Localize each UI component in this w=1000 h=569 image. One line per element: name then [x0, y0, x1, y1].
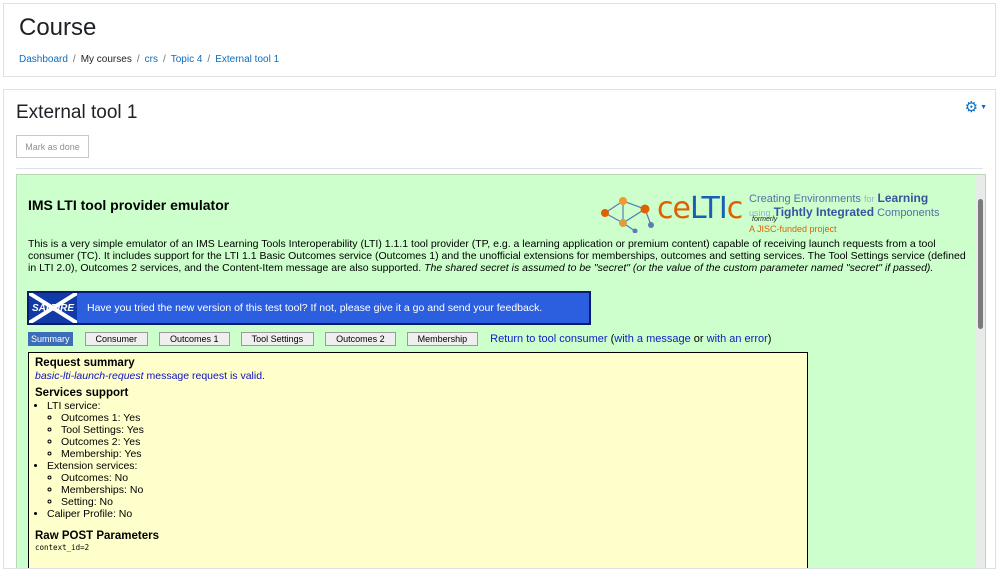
- tool-tabs: Summary Consumer Outcomes 1 Tool Setting…: [28, 332, 771, 346]
- celtic-wordmark: ceLTIc: [657, 191, 743, 226]
- tagline-text: Learning: [877, 191, 929, 205]
- page-title: Course: [19, 14, 97, 41]
- return-links: Return to tool consumer (with a message …: [490, 333, 771, 345]
- network-logo-icon: [601, 197, 654, 233]
- message-type: basic-lti-launch-request: [35, 370, 144, 382]
- breadcrumb: Dashboard / My courses / crs / Topic 4 /…: [19, 54, 279, 65]
- tab-membership[interactable]: Membership: [406, 332, 479, 346]
- list-item: Membership: Yes: [61, 448, 801, 460]
- list-item: Outcomes 2: Yes: [61, 436, 801, 448]
- wordmark-part: LTI: [689, 191, 728, 226]
- saltire-banner[interactable]: SALTIRE Have you tried the new version o…: [27, 291, 591, 325]
- tagline-text: Tightly Integrated: [773, 205, 875, 219]
- page-header: Course Dashboard / My courses / crs / To…: [3, 3, 996, 77]
- valid-suffix: message request is valid.: [146, 370, 265, 382]
- list-item: Extension services: Outcomes: No Members…: [47, 460, 801, 508]
- celtic-tagline: Creating Environments for Learning using…: [749, 192, 979, 220]
- breadcrumb-dashboard[interactable]: Dashboard: [19, 54, 68, 65]
- description-italic: The shared secret is assumed to be "secr…: [424, 262, 934, 274]
- saltire-badge: SALTIRE: [29, 293, 77, 323]
- services-list: LTI service: Outcomes 1: Yes Tool Settin…: [35, 400, 801, 520]
- frame-scrollbar[interactable]: [976, 175, 985, 568]
- list-item: LTI service: Outcomes 1: Yes Tool Settin…: [47, 400, 801, 460]
- list-item: Outcomes: No: [61, 472, 801, 484]
- tab-summary[interactable]: Summary: [28, 332, 73, 346]
- breadcrumb-topic[interactable]: Topic 4: [171, 54, 203, 65]
- list-item: Outcomes 1: Yes: [61, 412, 801, 424]
- raw-params-heading: Raw POST Parameters: [35, 530, 160, 542]
- breadcrumb-external-tool[interactable]: External tool 1: [215, 54, 279, 65]
- gear-icon: ⚙: [964, 99, 979, 116]
- tagline-text: Components: [877, 207, 940, 219]
- tagline-text: Creating Environments: [749, 193, 861, 205]
- scrollbar-thumb[interactable]: [978, 199, 983, 329]
- settings-menu-button[interactable]: ⚙ ▼: [965, 98, 987, 116]
- jisc-note: A JISC-funded project: [749, 224, 837, 234]
- list-item: Tool Settings: Yes: [61, 424, 801, 436]
- breadcrumb-separator: /: [72, 54, 76, 65]
- list-item: Setting: No: [61, 496, 801, 508]
- tab-outcomes-2[interactable]: Outcomes 2: [325, 332, 396, 346]
- request-summary-panel: Request summary basic-lti-launch-request…: [28, 352, 808, 568]
- paren: ): [767, 333, 772, 345]
- summary-heading: Request summary: [35, 357, 135, 369]
- activity-title: External tool 1: [16, 102, 138, 123]
- extension-label: Extension services:: [47, 460, 138, 472]
- return-with-error-link[interactable]: with an error: [707, 333, 768, 345]
- tool-description: This is a very simple emulator of an IMS…: [28, 238, 973, 274]
- tool-title: IMS LTI tool provider emulator: [28, 197, 230, 213]
- services-heading: Services support: [35, 387, 129, 399]
- breadcrumb-course[interactable]: crs: [145, 54, 158, 65]
- activity-card: External tool 1 ⚙ ▼ Mark as done IMS LTI…: [3, 89, 996, 569]
- saltire-badge-text: SALTIRE: [31, 302, 75, 314]
- caret-down-icon: ▼: [980, 103, 987, 111]
- breadcrumb-my-courses: My courses: [80, 54, 132, 65]
- breadcrumb-separator: /: [207, 54, 211, 65]
- wordmark-part: ce: [657, 191, 691, 226]
- list-item: Caliper Profile: No: [47, 508, 801, 520]
- divider: [16, 168, 983, 169]
- breadcrumb-separator: /: [136, 54, 140, 65]
- tool-frame[interactable]: IMS LTI tool provider emulator ceLTIc Cr…: [16, 174, 986, 568]
- or-text: or: [693, 333, 704, 345]
- formerly-note: formerly: [752, 216, 778, 223]
- return-to-consumer-link[interactable]: Return to tool consumer: [490, 333, 607, 345]
- celtic-logo: ceLTIc Creating Environments for Learnin…: [599, 189, 969, 237]
- list-item: Memberships: No: [61, 484, 801, 496]
- banner-text: Have you tried the new version of this t…: [87, 302, 543, 314]
- mark-as-done-button[interactable]: Mark as done: [16, 135, 89, 158]
- wordmark-part: c: [726, 191, 743, 226]
- return-with-message-link[interactable]: with a message: [614, 333, 690, 345]
- tagline-text: for: [863, 194, 875, 204]
- tab-tool-settings[interactable]: Tool Settings: [240, 332, 315, 346]
- raw-param-line: context_id=2: [35, 543, 90, 552]
- lti-service-label: LTI service:: [47, 400, 101, 412]
- tab-consumer[interactable]: Consumer: [84, 332, 149, 346]
- breadcrumb-separator: /: [162, 54, 166, 65]
- tab-outcomes-1[interactable]: Outcomes 1: [159, 332, 230, 346]
- valid-message: basic-lti-launch-request message request…: [35, 370, 801, 383]
